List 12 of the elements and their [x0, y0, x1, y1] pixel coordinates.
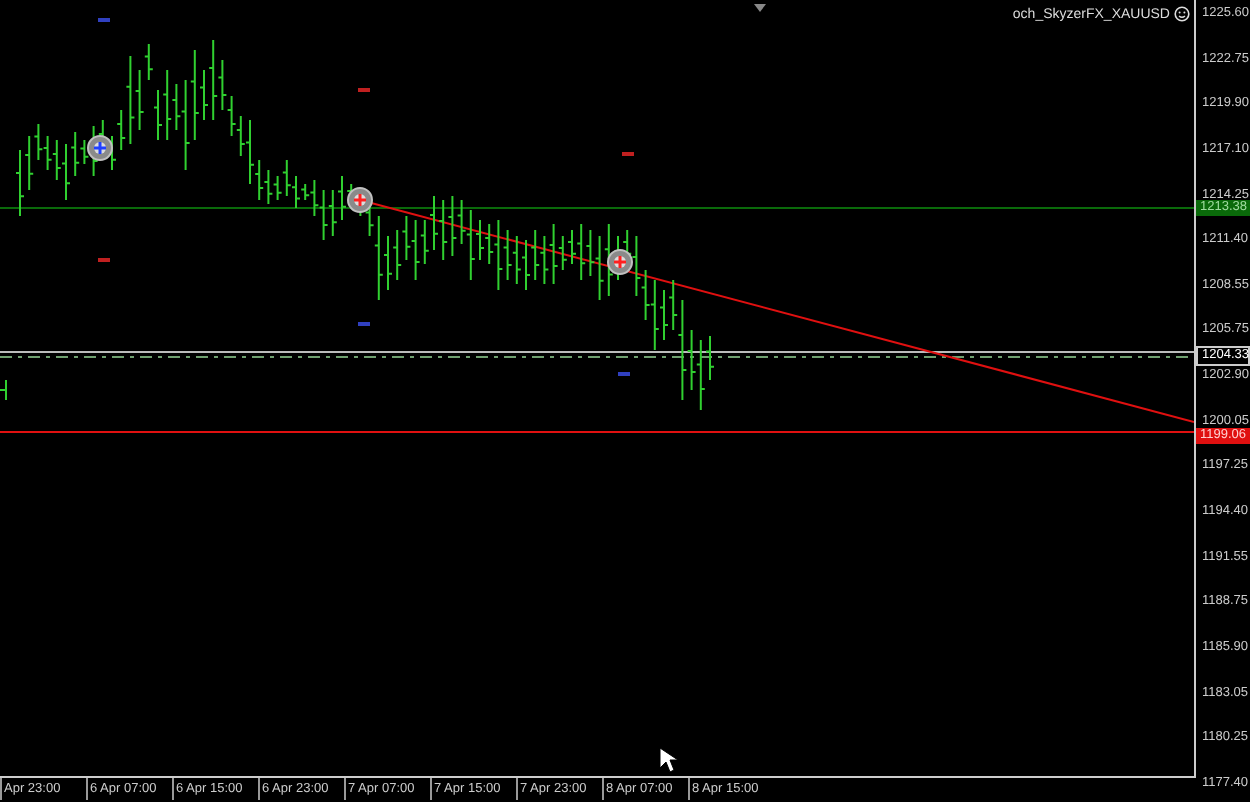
signal-dash-mark — [98, 18, 110, 22]
crosshair-marker-icon — [347, 187, 373, 213]
mouse-pointer-icon — [659, 747, 679, 773]
signal-dash-mark — [358, 322, 370, 326]
signal-dash-mark — [622, 152, 634, 156]
crosshair-marker-icon — [607, 249, 633, 275]
signal-dash-mark — [98, 258, 110, 262]
signal-dash-mark — [358, 88, 370, 92]
smiley-icon — [1174, 6, 1190, 22]
crosshair-marker-icon — [87, 135, 113, 161]
chart-shift-icon[interactable] — [754, 4, 766, 12]
signal-dash-mark — [618, 372, 630, 376]
